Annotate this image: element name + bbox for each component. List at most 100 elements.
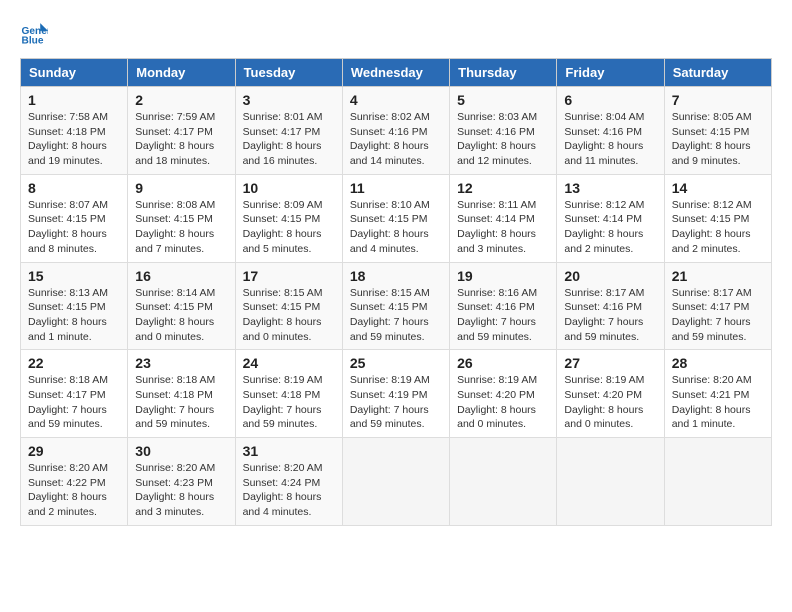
calendar-cell: 9 Sunrise: 8:08 AM Sunset: 4:15 PM Dayli… — [128, 174, 235, 262]
day-info: Sunrise: 8:16 AM Sunset: 4:16 PM Dayligh… — [457, 286, 549, 345]
day-info: Sunrise: 8:03 AM Sunset: 4:16 PM Dayligh… — [457, 110, 549, 169]
calendar-cell: 12 Sunrise: 8:11 AM Sunset: 4:14 PM Dayl… — [450, 174, 557, 262]
calendar-cell: 26 Sunrise: 8:19 AM Sunset: 4:20 PM Dayl… — [450, 350, 557, 438]
calendar-cell: 4 Sunrise: 8:02 AM Sunset: 4:16 PM Dayli… — [342, 87, 449, 175]
day-info: Sunrise: 8:12 AM Sunset: 4:14 PM Dayligh… — [564, 198, 656, 257]
day-info: Sunrise: 7:58 AM Sunset: 4:18 PM Dayligh… — [28, 110, 120, 169]
day-number: 14 — [672, 180, 764, 196]
calendar-cell: 14 Sunrise: 8:12 AM Sunset: 4:15 PM Dayl… — [664, 174, 771, 262]
day-info: Sunrise: 8:15 AM Sunset: 4:15 PM Dayligh… — [243, 286, 335, 345]
calendar-week-1: 1 Sunrise: 7:58 AM Sunset: 4:18 PM Dayli… — [21, 87, 772, 175]
day-number: 26 — [457, 355, 549, 371]
calendar-cell: 17 Sunrise: 8:15 AM Sunset: 4:15 PM Dayl… — [235, 262, 342, 350]
day-info: Sunrise: 8:04 AM Sunset: 4:16 PM Dayligh… — [564, 110, 656, 169]
calendar-cell: 24 Sunrise: 8:19 AM Sunset: 4:18 PM Dayl… — [235, 350, 342, 438]
day-number: 9 — [135, 180, 227, 196]
day-header-sunday: Sunday — [21, 59, 128, 87]
calendar-week-3: 15 Sunrise: 8:13 AM Sunset: 4:15 PM Dayl… — [21, 262, 772, 350]
day-info: Sunrise: 8:19 AM Sunset: 4:19 PM Dayligh… — [350, 373, 442, 432]
day-number: 3 — [243, 92, 335, 108]
day-header-tuesday: Tuesday — [235, 59, 342, 87]
day-info: Sunrise: 8:15 AM Sunset: 4:15 PM Dayligh… — [350, 286, 442, 345]
day-number: 7 — [672, 92, 764, 108]
day-info: Sunrise: 8:14 AM Sunset: 4:15 PM Dayligh… — [135, 286, 227, 345]
day-number: 11 — [350, 180, 442, 196]
day-info: Sunrise: 8:18 AM Sunset: 4:18 PM Dayligh… — [135, 373, 227, 432]
day-info: Sunrise: 8:19 AM Sunset: 4:18 PM Dayligh… — [243, 373, 335, 432]
calendar-week-2: 8 Sunrise: 8:07 AM Sunset: 4:15 PM Dayli… — [21, 174, 772, 262]
day-number: 29 — [28, 443, 120, 459]
calendar-cell: 5 Sunrise: 8:03 AM Sunset: 4:16 PM Dayli… — [450, 87, 557, 175]
svg-text:Blue: Blue — [22, 35, 44, 46]
day-number: 15 — [28, 268, 120, 284]
logo-icon: General Blue — [20, 20, 48, 48]
calendar-cell: 22 Sunrise: 8:18 AM Sunset: 4:17 PM Dayl… — [21, 350, 128, 438]
day-number: 17 — [243, 268, 335, 284]
calendar-cell: 15 Sunrise: 8:13 AM Sunset: 4:15 PM Dayl… — [21, 262, 128, 350]
day-info: Sunrise: 8:05 AM Sunset: 4:15 PM Dayligh… — [672, 110, 764, 169]
calendar-cell: 21 Sunrise: 8:17 AM Sunset: 4:17 PM Dayl… — [664, 262, 771, 350]
logo: General Blue — [20, 20, 52, 48]
day-header-thursday: Thursday — [450, 59, 557, 87]
day-info: Sunrise: 7:59 AM Sunset: 4:17 PM Dayligh… — [135, 110, 227, 169]
calendar-cell: 8 Sunrise: 8:07 AM Sunset: 4:15 PM Dayli… — [21, 174, 128, 262]
day-info: Sunrise: 8:01 AM Sunset: 4:17 PM Dayligh… — [243, 110, 335, 169]
calendar-cell: 2 Sunrise: 7:59 AM Sunset: 4:17 PM Dayli… — [128, 87, 235, 175]
calendar-cell: 16 Sunrise: 8:14 AM Sunset: 4:15 PM Dayl… — [128, 262, 235, 350]
day-info: Sunrise: 8:13 AM Sunset: 4:15 PM Dayligh… — [28, 286, 120, 345]
day-number: 20 — [564, 268, 656, 284]
calendar-cell: 7 Sunrise: 8:05 AM Sunset: 4:15 PM Dayli… — [664, 87, 771, 175]
day-info: Sunrise: 8:19 AM Sunset: 4:20 PM Dayligh… — [564, 373, 656, 432]
day-number: 12 — [457, 180, 549, 196]
day-info: Sunrise: 8:19 AM Sunset: 4:20 PM Dayligh… — [457, 373, 549, 432]
day-number: 13 — [564, 180, 656, 196]
day-number: 19 — [457, 268, 549, 284]
day-header-wednesday: Wednesday — [342, 59, 449, 87]
day-number: 21 — [672, 268, 764, 284]
day-info: Sunrise: 8:20 AM Sunset: 4:22 PM Dayligh… — [28, 461, 120, 520]
calendar-cell: 10 Sunrise: 8:09 AM Sunset: 4:15 PM Dayl… — [235, 174, 342, 262]
day-info: Sunrise: 8:10 AM Sunset: 4:15 PM Dayligh… — [350, 198, 442, 257]
calendar-cell: 30 Sunrise: 8:20 AM Sunset: 4:23 PM Dayl… — [128, 438, 235, 526]
calendar-cell: 29 Sunrise: 8:20 AM Sunset: 4:22 PM Dayl… — [21, 438, 128, 526]
day-number: 8 — [28, 180, 120, 196]
calendar-week-4: 22 Sunrise: 8:18 AM Sunset: 4:17 PM Dayl… — [21, 350, 772, 438]
day-info: Sunrise: 8:12 AM Sunset: 4:15 PM Dayligh… — [672, 198, 764, 257]
day-number: 18 — [350, 268, 442, 284]
day-number: 25 — [350, 355, 442, 371]
day-info: Sunrise: 8:17 AM Sunset: 4:16 PM Dayligh… — [564, 286, 656, 345]
calendar-cell — [342, 438, 449, 526]
day-number: 28 — [672, 355, 764, 371]
day-info: Sunrise: 8:20 AM Sunset: 4:23 PM Dayligh… — [135, 461, 227, 520]
calendar-cell: 13 Sunrise: 8:12 AM Sunset: 4:14 PM Dayl… — [557, 174, 664, 262]
calendar-cell: 23 Sunrise: 8:18 AM Sunset: 4:18 PM Dayl… — [128, 350, 235, 438]
day-number: 23 — [135, 355, 227, 371]
day-info: Sunrise: 8:08 AM Sunset: 4:15 PM Dayligh… — [135, 198, 227, 257]
day-header-monday: Monday — [128, 59, 235, 87]
day-number: 22 — [28, 355, 120, 371]
calendar-cell: 1 Sunrise: 7:58 AM Sunset: 4:18 PM Dayli… — [21, 87, 128, 175]
day-header-friday: Friday — [557, 59, 664, 87]
calendar-cell: 20 Sunrise: 8:17 AM Sunset: 4:16 PM Dayl… — [557, 262, 664, 350]
page-header: General Blue — [20, 20, 772, 48]
day-info: Sunrise: 8:20 AM Sunset: 4:21 PM Dayligh… — [672, 373, 764, 432]
calendar-cell: 18 Sunrise: 8:15 AM Sunset: 4:15 PM Dayl… — [342, 262, 449, 350]
day-info: Sunrise: 8:18 AM Sunset: 4:17 PM Dayligh… — [28, 373, 120, 432]
calendar-cell: 28 Sunrise: 8:20 AM Sunset: 4:21 PM Dayl… — [664, 350, 771, 438]
day-number: 6 — [564, 92, 656, 108]
day-header-saturday: Saturday — [664, 59, 771, 87]
day-number: 27 — [564, 355, 656, 371]
calendar-cell: 31 Sunrise: 8:20 AM Sunset: 4:24 PM Dayl… — [235, 438, 342, 526]
day-info: Sunrise: 8:02 AM Sunset: 4:16 PM Dayligh… — [350, 110, 442, 169]
calendar-cell — [450, 438, 557, 526]
calendar-cell: 6 Sunrise: 8:04 AM Sunset: 4:16 PM Dayli… — [557, 87, 664, 175]
day-number: 31 — [243, 443, 335, 459]
calendar-cell: 27 Sunrise: 8:19 AM Sunset: 4:20 PM Dayl… — [557, 350, 664, 438]
calendar-header-row: SundayMondayTuesdayWednesdayThursdayFrid… — [21, 59, 772, 87]
calendar-cell — [664, 438, 771, 526]
day-info: Sunrise: 8:17 AM Sunset: 4:17 PM Dayligh… — [672, 286, 764, 345]
calendar-cell: 3 Sunrise: 8:01 AM Sunset: 4:17 PM Dayli… — [235, 87, 342, 175]
day-number: 4 — [350, 92, 442, 108]
day-number: 30 — [135, 443, 227, 459]
day-info: Sunrise: 8:11 AM Sunset: 4:14 PM Dayligh… — [457, 198, 549, 257]
